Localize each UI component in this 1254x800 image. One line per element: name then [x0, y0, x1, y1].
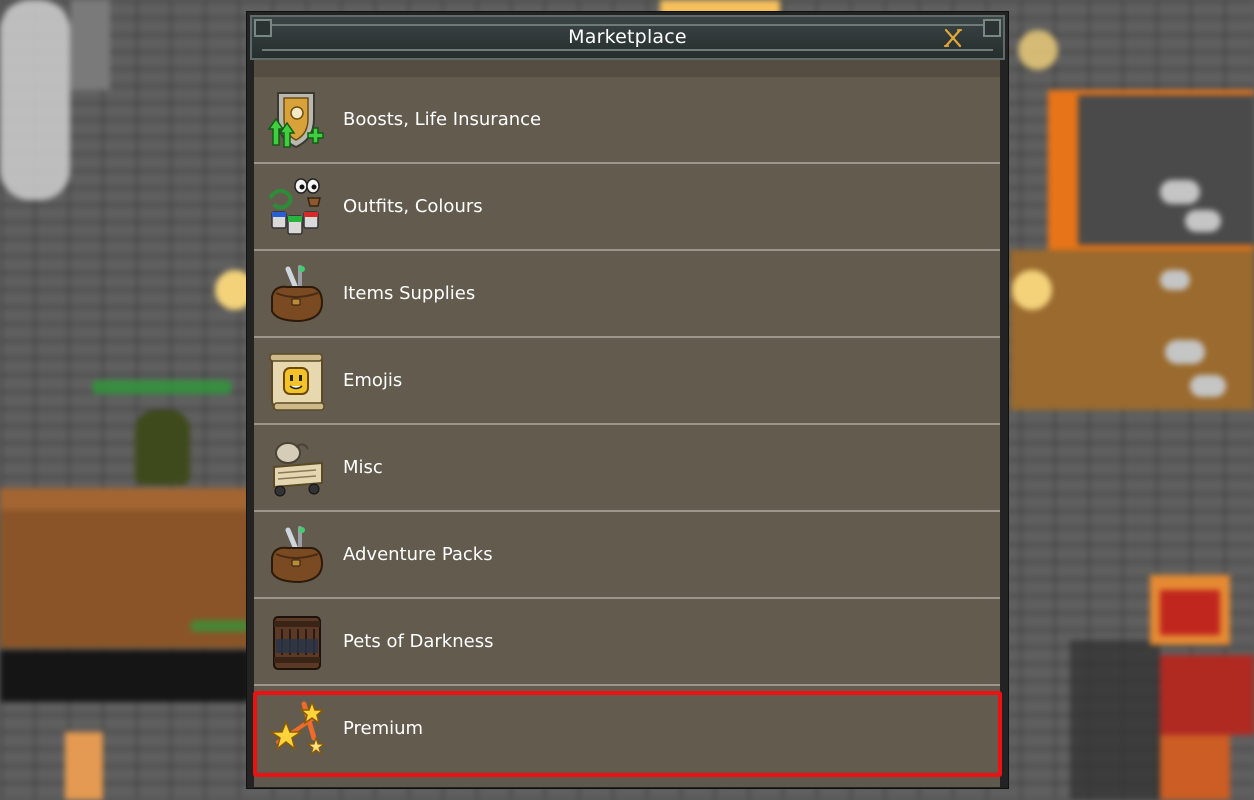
marketplace-window: Marketplace Boosts, Life Insurance Outfi… — [247, 12, 1008, 788]
misc-cart-icon — [273, 442, 323, 497]
category-boosts[interactable]: Boosts, Life Insurance — [254, 77, 1000, 164]
category-label: Emojis — [343, 370, 403, 391]
close-button[interactable] — [941, 26, 965, 50]
category-misc[interactable]: Misc — [254, 425, 1000, 512]
category-label: Misc — [343, 457, 383, 478]
category-label: Adventure Packs — [343, 544, 493, 565]
category-adventure-packs[interactable]: Adventure Packs — [254, 512, 1000, 599]
category-items-supplies[interactable]: Items Supplies — [254, 251, 1000, 338]
category-outfits[interactable]: Outfits, Colours — [254, 164, 1000, 251]
window-title: Marketplace — [568, 26, 687, 48]
bag-sword-icon — [271, 526, 324, 584]
title-bar[interactable]: Marketplace — [250, 15, 1005, 60]
close-icon — [944, 28, 962, 48]
category-label: Premium — [343, 718, 424, 739]
category-premium[interactable]: Premium — [254, 686, 1000, 771]
category-emojis[interactable]: Emojis — [254, 338, 1000, 425]
scroll-emoji-icon — [269, 353, 325, 411]
stars-icon — [268, 699, 326, 756]
barrel-icon — [273, 616, 321, 670]
header-strip — [254, 60, 1000, 78]
category-label: Items Supplies — [343, 283, 476, 304]
category-list: Boosts, Life Insurance Outfits, Colours — [254, 77, 1000, 787]
category-label: Boosts, Life Insurance — [343, 109, 542, 130]
category-label: Pets of Darkness — [343, 631, 494, 652]
outfits-colours-icon — [268, 178, 321, 235]
category-pets-of-darkness[interactable]: Pets of Darkness — [254, 599, 1000, 686]
shield-boost-icon — [267, 92, 324, 149]
category-label: Outfits, Colours — [343, 196, 483, 217]
bag-sword-icon — [271, 265, 324, 323]
